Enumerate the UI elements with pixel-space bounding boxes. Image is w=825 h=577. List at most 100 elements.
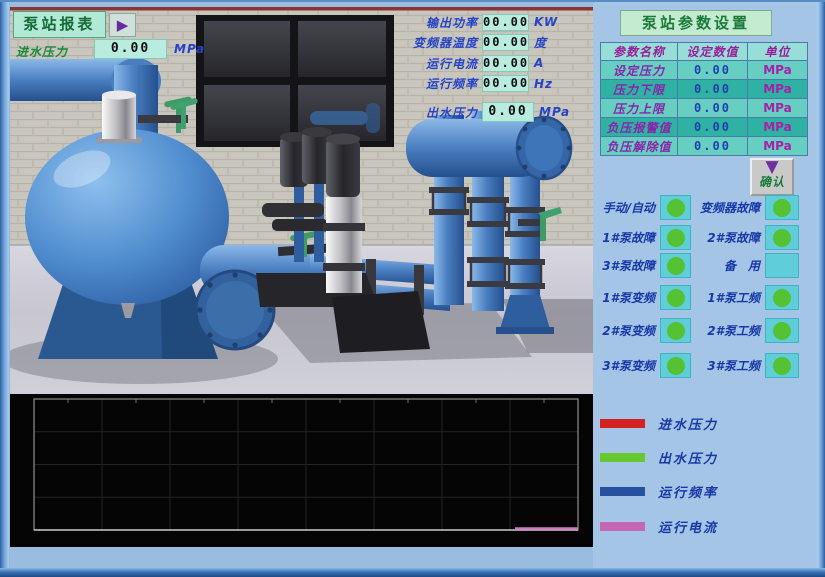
param-unit: MPa — [748, 118, 808, 137]
col-header-name: 参数名称 — [601, 43, 678, 61]
reading-row-run-current: 运行电流 00.00 A — [362, 53, 590, 74]
indicator-label: 1#泵变频 — [593, 289, 655, 306]
indicator-label: 2#泵工频 — [690, 322, 760, 339]
outlet-pressure-row: 出水压力 0.00 MPa — [362, 100, 570, 124]
reading-value: 00.00 — [482, 75, 529, 92]
lamp-inverter-fault — [765, 195, 799, 220]
indicator-row: 1#泵变频 1#泵工频 — [593, 285, 817, 311]
indicator-label: 1#泵故障 — [593, 229, 655, 246]
ceiling-line — [10, 7, 593, 11]
outlet-pressure-unit: MPa — [539, 105, 570, 119]
inlet-pressure-label: 进水压力 — [16, 43, 68, 60]
legend-item: 出水压力 — [600, 449, 718, 465]
indicator-label: 2#泵故障 — [690, 229, 760, 246]
col-header-unit: 单位 — [748, 43, 808, 61]
param-unit: MPa — [748, 137, 808, 156]
param-unit: MPa — [748, 80, 808, 99]
reading-row-inverter-temp: 变频器温度 00.00 度 — [362, 33, 590, 54]
param-value-field[interactable]: 0.00 — [678, 118, 748, 137]
reading-unit: Hz — [534, 77, 553, 91]
parameter-panel: 泵站参数设置 参数名称 设定数值 单位 设定压力 0.00 MPa 压力下限 0… — [593, 2, 817, 577]
pump-station-hmi-screen: 泵站报表 ▶ 进水压力 0.00 MPa 输出功率 00.00 KW 变频器温度… — [0, 0, 825, 577]
reading-unit: A — [534, 56, 544, 70]
parameter-table: 参数名称 设定数值 单位 设定压力 0.00 MPa 压力下限 0.00 MPa… — [600, 42, 808, 156]
legend-label: 进水压力 — [658, 414, 718, 433]
lamp-on-icon — [773, 357, 791, 375]
lamp-pump3-fault — [660, 253, 691, 278]
table-row: 负压解除值 0.00 MPa — [601, 137, 808, 156]
indicator-row: 手动/自动 变频器故障 — [593, 195, 817, 221]
lamp-on-icon — [773, 322, 791, 340]
lamp-manual-auto — [660, 195, 691, 220]
legend-swatch-run-frequency — [600, 487, 645, 496]
reading-label: 运行电流 — [362, 55, 478, 72]
indicator-label: 3#泵工频 — [690, 357, 760, 374]
reading-value: 00.00 — [482, 55, 529, 72]
lamp-pump3-vfd — [660, 353, 691, 378]
confirm-button[interactable]: ▼ 确认 — [750, 158, 794, 196]
param-value-field[interactable]: 0.00 — [678, 61, 748, 80]
legend-item: 运行频率 — [600, 483, 718, 499]
lamp-on-icon — [773, 199, 791, 217]
lamp-spare — [765, 253, 799, 278]
indicator-row: 1#泵故障 2#泵故障 — [593, 225, 817, 251]
panel-title: 泵站参数设置 — [620, 10, 772, 36]
param-value-field[interactable]: 0.00 — [678, 99, 748, 118]
indicator-label: 1#泵工频 — [690, 289, 760, 306]
lamp-pump3-mains — [765, 353, 799, 378]
lamp-pump1-mains — [765, 285, 799, 310]
play-icon[interactable]: ▶ — [109, 13, 136, 37]
table-row: 压力上限 0.00 MPa — [601, 99, 808, 118]
table-row: 设定压力 0.00 MPa — [601, 61, 808, 80]
lamp-pump2-mains — [765, 318, 799, 343]
report-button[interactable]: 泵站报表 — [13, 11, 106, 38]
trend-chart — [10, 394, 593, 547]
param-value-field[interactable]: 0.00 — [678, 80, 748, 99]
lamp-on-icon — [667, 322, 685, 340]
param-name: 负压解除值 — [601, 137, 678, 156]
lamp-pump1-vfd — [660, 285, 691, 310]
lamp-on-icon — [667, 199, 685, 217]
indicator-label: 变频器故障 — [690, 199, 760, 216]
legend-item: 运行电流 — [600, 518, 718, 534]
inlet-pressure-value: 0.00 — [94, 39, 167, 59]
indicator-row: 2#泵变频 2#泵工频 — [593, 318, 817, 344]
reading-value: 00.00 — [482, 34, 529, 51]
reading-unit: KW — [534, 15, 558, 29]
frame-border-left — [0, 2, 10, 577]
reading-value: 00.00 — [482, 14, 529, 31]
trend-chart-plot — [10, 394, 593, 547]
lamp-on-icon — [773, 229, 791, 247]
param-value-field[interactable]: 0.00 — [678, 137, 748, 156]
table-row: 负压报警值 0.00 MPa — [601, 118, 808, 137]
reading-unit: 度 — [534, 34, 547, 51]
reading-label: 运行频率 — [362, 75, 478, 92]
param-unit: MPa — [748, 61, 808, 80]
inlet-pressure-unit: MPa — [174, 42, 205, 56]
outlet-pressure-label: 出水压力 — [362, 104, 478, 121]
lamp-on-icon — [667, 289, 685, 307]
param-name: 负压报警值 — [601, 118, 678, 137]
indicator-label: 备 用 — [690, 257, 760, 274]
indicator-row: 3#泵故障 备 用 — [593, 253, 817, 279]
vfd-readings: 输出功率 00.00 KW 变频器温度 00.00 度 运行电流 00.00 A… — [362, 12, 590, 94]
indicator-label: 3#泵故障 — [593, 257, 655, 274]
lamp-on-icon — [667, 229, 685, 247]
indicator-label: 手动/自动 — [593, 199, 655, 216]
lamp-pump2-vfd — [660, 318, 691, 343]
indicator-row: 3#泵变频 3#泵工频 — [593, 353, 817, 379]
table-row: 压力下限 0.00 MPa — [601, 80, 808, 99]
legend-swatch-inlet-pressure — [600, 419, 645, 428]
lamp-pump1-fault — [660, 225, 691, 250]
param-name: 设定压力 — [601, 61, 678, 80]
param-unit: MPa — [748, 99, 808, 118]
reading-label: 输出功率 — [362, 14, 478, 31]
discharge-manifold — [406, 117, 571, 179]
confirm-button-label: 确认 — [752, 173, 792, 190]
frame-border-right — [817, 2, 825, 577]
legend-item: 进水压力 — [600, 415, 718, 431]
param-name: 压力上限 — [601, 99, 678, 118]
lamp-on-icon — [667, 257, 685, 275]
frame-border-bottom — [0, 568, 825, 577]
param-name: 压力下限 — [601, 80, 678, 99]
